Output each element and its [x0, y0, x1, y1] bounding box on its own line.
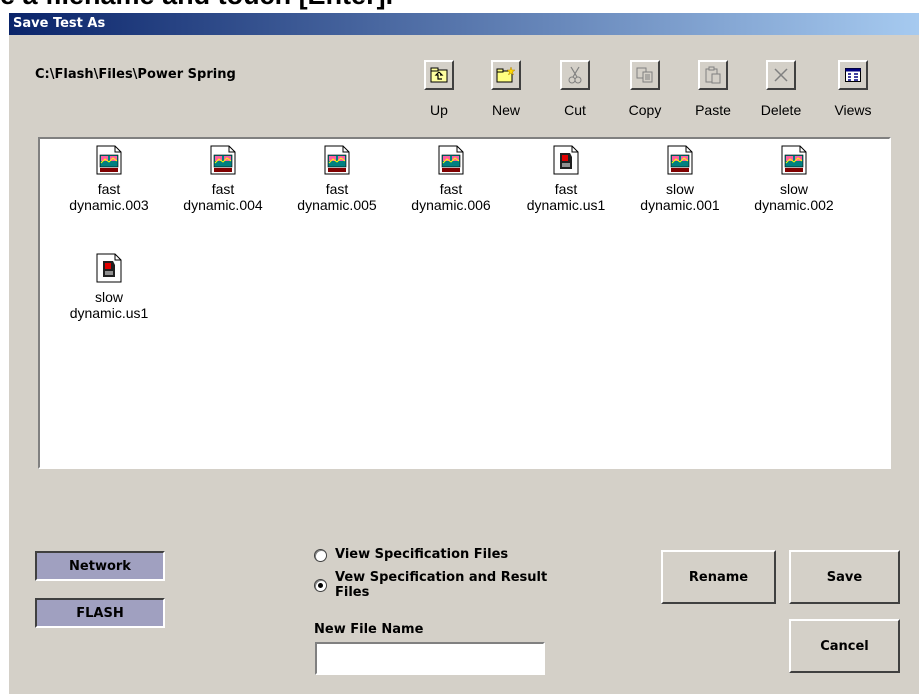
views-button[interactable] [838, 60, 868, 90]
dialog-title: Save Test As [9, 13, 919, 35]
delete-label: Delete [760, 102, 802, 118]
view-spec-results-radio[interactable] [314, 579, 327, 592]
new-file-name-label: New File Name [314, 622, 424, 637]
view-spec-files-option[interactable]: View Specification Files [314, 547, 508, 562]
instruction-caption: e a filename and touch [Enter]. [0, 0, 919, 12]
chart-file-icon [95, 145, 123, 177]
toolbar-cut-tool: Cut [544, 60, 606, 140]
view-spec-files-radio[interactable] [314, 549, 327, 562]
chart-file-icon [323, 145, 351, 177]
file-item[interactable]: fast dynamic.003 [54, 145, 164, 213]
view-spec-results-label: Vew Specification and Result Files [335, 570, 548, 600]
rename-button[interactable]: Rename [661, 550, 776, 604]
up-label: Up [430, 102, 448, 118]
file-name-line2: dynamic.002 [754, 197, 834, 213]
file-item[interactable]: slow dynamic.001 [625, 145, 735, 213]
file-item[interactable]: slow dynamic.us1 [54, 253, 164, 321]
file-name-line1: fast [97, 181, 121, 197]
file-name-line1: fast [439, 181, 463, 197]
save-button[interactable]: Save [789, 550, 900, 604]
save-test-as-dialog: Save Test As C:\Flash\Files\Power Spring… [8, 12, 919, 694]
file-name-line2: dynamic.001 [640, 197, 720, 213]
flash-button[interactable]: FLASH [35, 598, 165, 628]
file-name-line1: slow [779, 181, 808, 197]
file-item[interactable]: fast dynamic.us1 [511, 145, 621, 213]
current-path: C:\Flash\Files\Power Spring [35, 67, 236, 82]
file-name-line1: fast [554, 181, 578, 197]
network-button[interactable]: Network [35, 551, 165, 581]
toolbar-new-tool: New [475, 60, 537, 140]
paste-icon [704, 66, 722, 84]
spec-file-icon [95, 253, 123, 285]
file-item[interactable]: fast dynamic.005 [282, 145, 392, 213]
view-spec-results-option[interactable]: Vew Specification and Result Files [314, 570, 574, 600]
file-item[interactable]: slow dynamic.002 [739, 145, 849, 213]
cut-button[interactable] [560, 60, 590, 90]
file-name-line2: dynamic.us1 [69, 305, 149, 321]
view-spec-files-label: View Specification Files [335, 547, 509, 562]
file-name-line1: fast [211, 181, 235, 197]
file-name-line2: dynamic.004 [183, 197, 263, 213]
cut-label: Cut [564, 102, 586, 118]
file-name-line1: slow [94, 289, 123, 305]
file-name-line1: slow [665, 181, 694, 197]
file-item[interactable]: fast dynamic.006 [396, 145, 506, 213]
toolbar-views-tool: Views [822, 60, 884, 140]
new-folder-icon [496, 67, 516, 83]
delete-button[interactable] [766, 60, 796, 90]
delete-icon [773, 67, 789, 83]
new-button[interactable] [491, 60, 521, 90]
paste-button[interactable] [698, 60, 728, 90]
toolbar-delete-tool: Delete [750, 60, 812, 140]
views-label: Views [834, 102, 872, 118]
chart-file-icon [666, 145, 694, 177]
views-icon [845, 68, 861, 82]
file-name-line2: dynamic.005 [297, 197, 377, 213]
file-list[interactable]: fast dynamic.003 fast dynamic.004 fast dynami… [38, 137, 891, 469]
up-button[interactable] [424, 60, 454, 90]
chart-file-icon [209, 145, 237, 177]
copy-button[interactable] [630, 60, 660, 90]
folder-up-icon [430, 67, 448, 83]
copy-icon [636, 67, 654, 83]
chart-file-icon [780, 145, 808, 177]
cancel-button[interactable]: Cancel [789, 619, 900, 673]
chart-file-icon [437, 145, 465, 177]
new-file-name-input[interactable] [315, 642, 545, 675]
instruction-text: e a filename and touch [Enter]. [0, 0, 393, 12]
copy-label: Copy [628, 102, 662, 118]
toolbar-paste-tool: Paste [682, 60, 744, 140]
spec-file-icon [552, 145, 580, 177]
file-name-line2: dynamic.003 [69, 197, 149, 213]
paste-label: Paste [695, 102, 731, 118]
scissors-icon [568, 66, 582, 84]
file-item[interactable]: fast dynamic.004 [168, 145, 278, 213]
file-name-line2: dynamic.us1 [526, 197, 606, 213]
toolbar-up-tool: Up [408, 60, 470, 140]
new-label: New [491, 102, 520, 118]
file-name-line1: fast [325, 181, 349, 197]
toolbar-copy-tool: Copy [614, 60, 676, 140]
file-name-line2: dynamic.006 [411, 197, 491, 213]
